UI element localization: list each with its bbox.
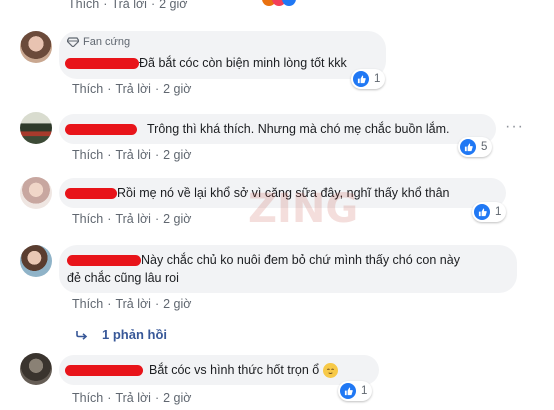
separator: · bbox=[154, 148, 160, 162]
timestamp[interactable]: 2 giờ bbox=[163, 212, 191, 226]
reaction-count[interactable]: 5 bbox=[458, 137, 493, 157]
comment-text: Này chắc chủ ko nuôi đem bỏ chứ mình thấ… bbox=[67, 252, 460, 268]
comment-text-line2: đẻ chắc cũng lâu roi bbox=[67, 271, 179, 285]
comment-bubble: Fan cứng Đã bắt cóc còn biện minh lòng t… bbox=[59, 31, 386, 79]
comment-actions: Thích · Trả lời · 2 giờ bbox=[72, 82, 191, 96]
comment-body: Trông thì khá thích. Nhưng mà chó mẹ chắ… bbox=[147, 122, 450, 136]
separator: · bbox=[154, 212, 160, 226]
comment-text: Trông thì khá thích. Nhưng mà chó mẹ chắ… bbox=[65, 121, 450, 137]
reaction-count[interactable]: 1 bbox=[351, 69, 386, 89]
diamond-icon bbox=[67, 37, 79, 47]
timestamp[interactable]: 2 giờ bbox=[163, 391, 191, 405]
comment-text: Đã bắt cóc còn biện minh lòng tốt kkk bbox=[65, 55, 347, 71]
like-icon bbox=[353, 71, 369, 87]
comment-body: Này chắc chủ ko nuôi đem bỏ chứ mình thấ… bbox=[141, 253, 460, 267]
like-link[interactable]: Thích bbox=[72, 391, 103, 405]
reaction-number: 1 bbox=[374, 73, 381, 85]
comment-body: Bắt cóc vs hình thức hốt trọn ổ bbox=[149, 363, 320, 377]
timestamp[interactable]: 2 giờ bbox=[163, 82, 191, 96]
avatar[interactable] bbox=[20, 353, 52, 385]
comment-actions: Thích · Trả lời · 2 giờ bbox=[72, 297, 191, 311]
separator: · bbox=[103, 0, 108, 11]
comment-actions: Thích · Trả lời · 2 giờ bbox=[68, 0, 187, 11]
comment-text: Bắt cóc vs hình thức hốt trọn ổ bbox=[65, 362, 338, 379]
redacted-author bbox=[65, 58, 139, 70]
avatar[interactable] bbox=[20, 112, 52, 144]
timestamp[interactable]: 2 giờ bbox=[163, 148, 191, 162]
reaction-number: 5 bbox=[481, 141, 488, 153]
reply-link[interactable]: Trả lời bbox=[115, 148, 151, 162]
avatar[interactable] bbox=[20, 245, 52, 277]
comment-bubble: Này chắc chủ ko nuôi đem bỏ chứ mình thấ… bbox=[59, 245, 517, 293]
reaction-number: 1 bbox=[495, 206, 502, 218]
avatar[interactable] bbox=[20, 31, 52, 63]
reply-link[interactable]: Trả lời bbox=[115, 82, 151, 96]
redacted-author bbox=[67, 255, 141, 267]
redacted-author bbox=[65, 124, 137, 136]
like-icon bbox=[460, 139, 476, 155]
redacted-author bbox=[65, 188, 117, 200]
comment-actions: Thích · Trả lời · 2 giờ bbox=[72, 148, 191, 162]
timestamp[interactable]: 2 giờ bbox=[159, 0, 187, 11]
comment-actions: Thích · Trả lời · 2 giờ bbox=[72, 391, 191, 405]
badge-label: Fan cứng bbox=[83, 36, 131, 48]
like-link[interactable]: Thích bbox=[72, 148, 103, 162]
like-link[interactable]: Thích bbox=[68, 0, 99, 11]
comment-bubble: Trông thì khá thích. Nhưng mà chó mẹ chắ… bbox=[59, 114, 496, 144]
like-icon bbox=[340, 383, 356, 399]
reaction-count[interactable]: 1 bbox=[338, 381, 373, 401]
separator: · bbox=[154, 82, 160, 96]
comment-bubble: Bắt cóc vs hình thức hốt trọn ổ bbox=[59, 355, 379, 385]
like-link[interactable]: Thích bbox=[72, 297, 103, 311]
view-replies-link[interactable]: 1 phản hồi bbox=[76, 327, 167, 342]
separator: · bbox=[107, 148, 112, 162]
reaction-count[interactable]: 1 bbox=[472, 202, 507, 222]
separator: · bbox=[154, 391, 160, 405]
fan-badge[interactable]: Fan cứng bbox=[67, 36, 130, 48]
relieved-face-emoji-icon bbox=[322, 363, 338, 379]
reply-link[interactable]: Trả lời bbox=[115, 212, 151, 226]
watermark-logo: ZING bbox=[248, 186, 359, 232]
comment-actions: Thích · Trả lời · 2 giờ bbox=[72, 212, 191, 226]
separator: · bbox=[107, 212, 112, 226]
like-link[interactable]: Thích bbox=[72, 212, 103, 226]
like-reaction-icon bbox=[282, 0, 296, 6]
replies-count-label: 1 phản hồi bbox=[102, 327, 167, 342]
separator: · bbox=[107, 82, 112, 96]
like-icon bbox=[474, 204, 490, 220]
like-link[interactable]: Thích bbox=[72, 82, 103, 96]
timestamp[interactable]: 2 giờ bbox=[163, 297, 191, 311]
more-options-icon[interactable]: ··· bbox=[505, 118, 524, 136]
reply-link[interactable]: Trả lời bbox=[115, 391, 151, 405]
reply-link[interactable]: Trả lời bbox=[115, 297, 151, 311]
reply-link[interactable]: Trả lời bbox=[111, 0, 147, 11]
redacted-author bbox=[65, 365, 143, 377]
reaction-summary[interactable] bbox=[252, 0, 302, 8]
comment-body: Đã bắt cóc còn biện minh lòng tốt kkk bbox=[139, 56, 347, 70]
reaction-number: 1 bbox=[361, 385, 368, 397]
separator: · bbox=[154, 297, 160, 311]
separator: · bbox=[150, 0, 156, 11]
separator: · bbox=[107, 391, 112, 405]
reply-arrow-icon bbox=[76, 330, 88, 340]
avatar[interactable] bbox=[20, 177, 52, 209]
separator: · bbox=[107, 297, 112, 311]
